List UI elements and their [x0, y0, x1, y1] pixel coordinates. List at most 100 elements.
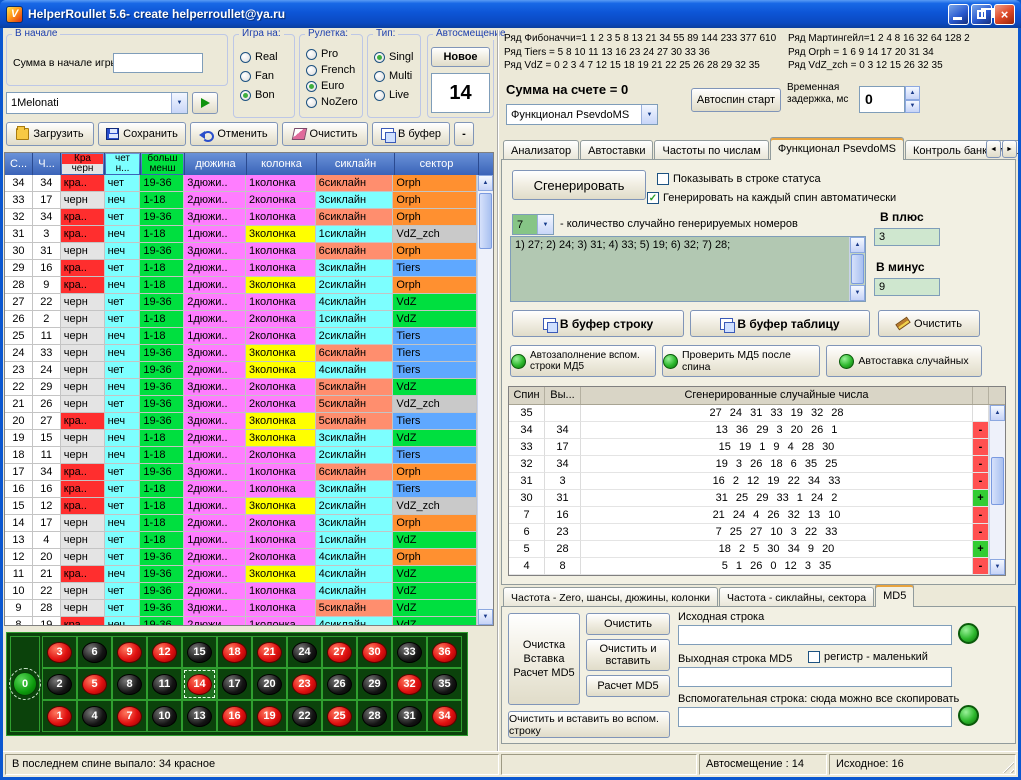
history-header-cell[interactable]: четн... [105, 153, 141, 175]
clear-paste-aux-button[interactable]: Очистить и вставить во вспом. строку [508, 711, 670, 738]
count-combo[interactable]: 7 ▼ [512, 214, 554, 235]
history-row[interactable]: 2511черннеч1-181дюжи..2колонка2сиклайнTi… [5, 328, 477, 345]
spins-row[interactable]: 6237 25 27 10 3 22 33- [509, 524, 1005, 541]
board-cell-21[interactable]: 21 [252, 636, 287, 668]
board-cell-19[interactable]: 19 [252, 700, 287, 732]
board-cell-18[interactable]: 18 [217, 636, 252, 668]
radio-real[interactable]: Real [240, 49, 278, 65]
board-cell-25[interactable]: 25 [322, 700, 357, 732]
board-cell-33[interactable]: 33 [392, 636, 427, 668]
tab-functional-psevdoms[interactable]: Функционал PsevdoMS [770, 137, 904, 160]
board-cell-17[interactable]: 17 [217, 668, 252, 700]
generate-button[interactable]: Сгенерировать [512, 170, 646, 200]
spins-row[interactable]: 343413 36 29 3 20 26 1- [509, 422, 1005, 439]
autospin-start-button[interactable]: Автоспин старт [691, 88, 781, 112]
scroll-up-icon[interactable]: ▲ [990, 405, 1005, 421]
profile-combo[interactable]: 1Melonati ▼ [6, 92, 188, 114]
output-string-input[interactable] [678, 667, 952, 687]
md5-calc-button[interactable]: Расчет MD5 [586, 675, 670, 697]
board-cell-1[interactable]: 1 [42, 700, 77, 732]
spin-up-icon[interactable]: ▲ [905, 86, 920, 100]
history-row[interactable]: 1512кра..чет1-181дюжи..3колонка2сиклайнV… [5, 498, 477, 515]
board-cell-28[interactable]: 28 [357, 700, 392, 732]
history-row[interactable]: 3434кра..чет19-363дюжи..1колонка6сиклайн… [5, 175, 477, 192]
spins-header-cell[interactable]: Спин [509, 387, 545, 404]
chevron-down-icon[interactable]: ▼ [537, 215, 553, 234]
board-cell-10[interactable]: 10 [147, 700, 182, 732]
check-md5-button[interactable]: Проверить МД5 после спина [662, 345, 820, 377]
tab-autobets[interactable]: Автоставки [580, 140, 653, 161]
radio-nozero[interactable]: NoZero [306, 94, 358, 110]
history-header-cell[interactable]: С... [5, 153, 33, 175]
history-row[interactable]: 2722чернчет19-362дюжи..1колонка4сиклайнV… [5, 294, 477, 311]
new-button[interactable]: Новое [431, 47, 490, 67]
scroll-thumb[interactable] [991, 457, 1004, 505]
board-cell-6[interactable]: 6 [77, 636, 112, 668]
radio-fan[interactable]: Fan [240, 68, 274, 84]
history-row[interactable]: 1220чернчет19-362дюжи..2колонка4сиклайнO… [5, 549, 477, 566]
radio-pro[interactable]: Pro [306, 46, 338, 62]
aux-string-input[interactable] [678, 707, 952, 727]
history-row[interactable]: 262чернчет1-181дюжи..2колонка1сиклайнVdZ [5, 311, 477, 328]
board-cell-9[interactable]: 9 [112, 636, 147, 668]
board-cell-36[interactable]: 36 [427, 636, 462, 668]
board-cell-5[interactable]: 5 [77, 668, 112, 700]
title-bar[interactable]: V HelperRoullet 5.6- create helperroulle… [0, 0, 1021, 28]
clear-button[interactable]: Очистить [282, 122, 368, 146]
start-sum-input[interactable] [113, 53, 203, 73]
green-knob-icon[interactable] [958, 623, 979, 644]
board-cell-3[interactable]: 3 [42, 636, 77, 668]
textarea-scrollbar[interactable]: ▲ ▼ [849, 237, 865, 301]
tab-freq-sectors[interactable]: Частота - сиклайны, сектора [719, 587, 874, 608]
board-cell-35[interactable]: 35 [427, 668, 462, 700]
board-cell-2[interactable]: 2 [42, 668, 77, 700]
board-cell-34[interactable]: 34 [427, 700, 462, 732]
board-cell-15[interactable]: 15 [182, 636, 217, 668]
board-cell-16[interactable]: 16 [217, 700, 252, 732]
board-cell-20[interactable]: 20 [252, 668, 287, 700]
board-cell-7[interactable]: 7 [112, 700, 147, 732]
spins-header-cell[interactable] [973, 387, 989, 404]
history-row[interactable]: 313кра..неч1-181дюжи..3колонка1сиклайнVd… [5, 226, 477, 243]
history-header-cell[interactable]: Ч... [33, 153, 61, 175]
buffer-row-button[interactable]: В буфер строку [512, 310, 684, 337]
board-cell-29[interactable]: 29 [357, 668, 392, 700]
radio-live[interactable]: Live [374, 87, 409, 103]
board-cell-8[interactable]: 8 [112, 668, 147, 700]
history-row[interactable]: 819кра..неч19-362дюжи..1колонка4сиклайнV… [5, 617, 477, 625]
autobet-random-button[interactable]: Автоставка случайных [826, 345, 982, 377]
history-row[interactable]: 1616кра..чет1-182дюжи..1колонка3сиклайнT… [5, 481, 477, 498]
history-row[interactable]: 1734кра..чет19-363дюжи..1колонка6сиклайн… [5, 464, 477, 481]
checkbox-lowercase[interactable]: регистр - маленький [808, 651, 928, 663]
history-row[interactable]: 2027кра..неч19-363дюжи..3колонка5сиклайн… [5, 413, 477, 430]
board-cell-31[interactable]: 31 [392, 700, 427, 732]
history-row[interactable]: 1915черннеч1-182дюжи..3колонка3сиклайнVd… [5, 430, 477, 447]
scroll-up-icon[interactable]: ▲ [850, 237, 865, 253]
board-cell-24[interactable]: 24 [287, 636, 322, 668]
history-row[interactable]: 1811черннеч1-181дюжи..2колонка2сиклайнTi… [5, 447, 477, 464]
md5-clear-button[interactable]: Очистить [586, 613, 670, 635]
board-cell-14[interactable]: 14 [182, 668, 217, 700]
history-row[interactable]: 2324чернчет19-362дюжи..3колонка4сиклайнT… [5, 362, 477, 379]
chevron-down-icon[interactable]: ▼ [641, 105, 657, 124]
delay-value-input[interactable]: 0 [859, 86, 905, 113]
spins-header-cell[interactable]: Сгенерированные случайные числа [581, 387, 973, 404]
buffer-button[interactable]: В буфер [372, 122, 450, 146]
history-row[interactable]: 2126чернчет19-363дюжи..2колонка5сиклайнV… [5, 396, 477, 413]
tab-analyzer[interactable]: Анализатор [503, 140, 579, 161]
scroll-up-icon[interactable]: ▲ [478, 175, 493, 191]
history-header-cell[interactable]: колонка [247, 153, 317, 175]
history-row[interactable]: 1417черннеч1-182дюжи..2колонка3сиклайнOr… [5, 515, 477, 532]
buffer-table-button[interactable]: В буфер таблицу [690, 310, 870, 337]
green-knob-icon[interactable] [958, 705, 979, 726]
tab-freq-chances[interactable]: Частота - Zero, шансы, дюжины, колонки [503, 587, 718, 608]
board-cell-4[interactable]: 4 [77, 700, 112, 732]
history-header-cell[interactable]: Крачерн [61, 153, 105, 175]
resize-grip[interactable] [1001, 760, 1014, 773]
scroll-thumb[interactable] [851, 254, 864, 284]
board-cell-11[interactable]: 11 [147, 668, 182, 700]
radio-singl[interactable]: Singl [374, 49, 413, 65]
history-header-cell[interactable]: сиклайн [317, 153, 395, 175]
history-row[interactable]: 1121кра..неч19-362дюжи..3колонка4сиклайн… [5, 566, 477, 583]
history-scrollbar[interactable]: ▲ ▼ [477, 175, 493, 625]
